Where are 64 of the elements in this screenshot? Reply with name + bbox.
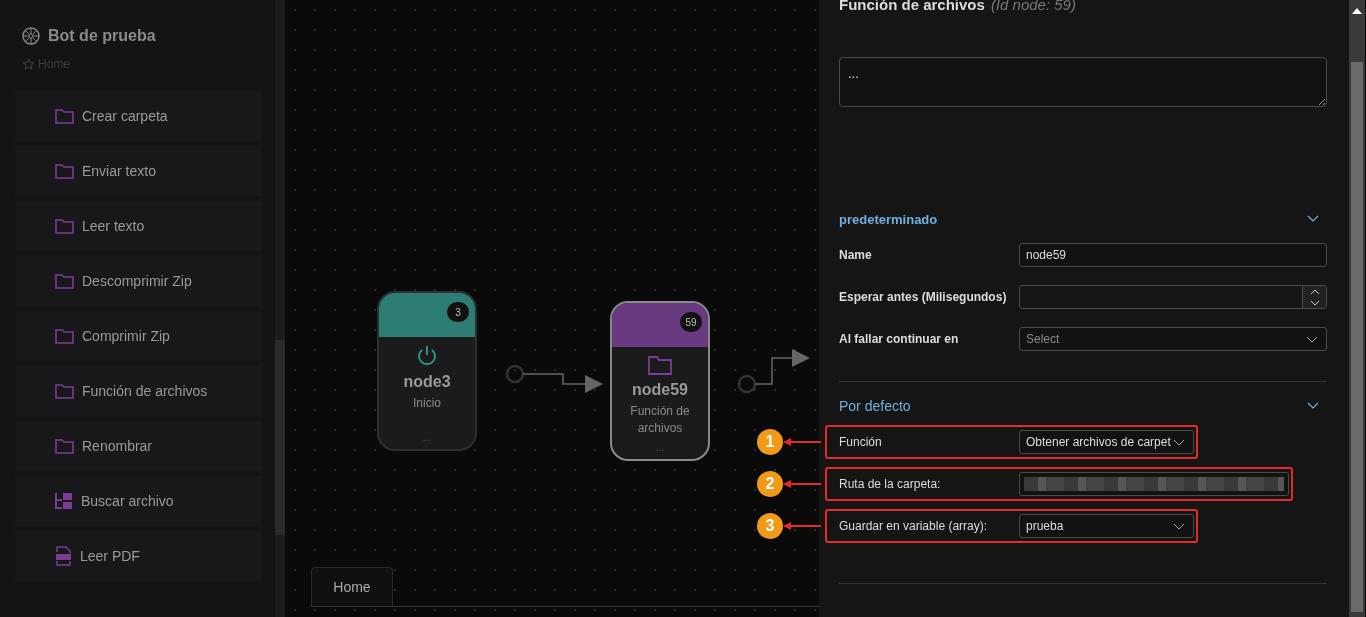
field-label: Al fallar continuar en <box>839 332 960 346</box>
chevron-up-icon <box>1309 288 1320 295</box>
folder-icon <box>55 163 74 179</box>
folder-icon <box>55 383 74 399</box>
field-label: Guardar en variable (array): <box>839 519 989 533</box>
toolbox-item[interactable]: Crear carpeta <box>15 91 262 141</box>
toolbox-item[interactable]: Función de archivos <box>15 366 262 416</box>
flow-node[interactable]: 59 node59 Función de archivos ... <box>610 301 710 461</box>
name-field[interactable]: node59 <box>1019 243 1327 267</box>
folder-icon <box>55 328 74 344</box>
canvas-tab[interactable]: Home <box>311 567 393 606</box>
chevron-down-icon[interactable] <box>1307 215 1319 223</box>
section-title[interactable]: Por defecto <box>839 398 911 414</box>
number-field[interactable] <box>1019 285 1327 309</box>
wheel-icon <box>22 27 40 45</box>
flow-node[interactable]: 3 node3 Inicio ... <box>377 291 477 451</box>
folder-icon <box>55 273 74 289</box>
node-badge: 59 <box>680 312 702 332</box>
description-field[interactable]: ... <box>839 57 1327 107</box>
toolbox-item[interactable]: Descomprimir Zip <box>15 256 262 306</box>
path-field[interactable] <box>1019 472 1289 496</box>
select-field[interactable]: Select <box>1019 327 1327 351</box>
field-label: Esperar antes (Milisegundos) <box>839 290 1008 304</box>
scroll-up-icon[interactable] <box>1352 8 1362 14</box>
power-icon <box>416 345 438 367</box>
toolbox-item[interactable]: Renombrar <box>15 421 262 471</box>
folder-icon <box>648 355 672 375</box>
node-name: node59 <box>632 381 688 399</box>
callout-arrow <box>783 521 821 531</box>
increment-button[interactable] <box>1303 286 1326 297</box>
node-type: Función de archivos <box>629 403 691 437</box>
callout-arrow <box>783 479 821 489</box>
scrollbar-thumb[interactable] <box>275 340 285 535</box>
caret-icon <box>1173 438 1185 446</box>
scrollbar-thumb[interactable] <box>1351 62 1363 612</box>
caret-icon <box>1306 335 1318 343</box>
node-type: Inicio <box>412 395 442 412</box>
chevron-down-icon <box>1309 299 1320 306</box>
node-name: node3 <box>403 373 451 391</box>
folder-icon <box>55 438 74 454</box>
bot-title: Bot de prueba <box>48 27 156 45</box>
callout-arrow <box>783 437 821 447</box>
toolbox-item[interactable]: Comprimir Zip <box>15 311 262 361</box>
toolbox-item[interactable]: Enviar texto <box>15 146 262 196</box>
node-footer: ... <box>422 432 432 443</box>
toolbox-item[interactable]: Buscar archivo <box>15 476 262 526</box>
caret-icon <box>1173 522 1185 530</box>
folder-tree-icon <box>55 492 73 510</box>
node-badge: 3 <box>447 302 469 322</box>
field-label: Función <box>839 435 883 449</box>
select-field[interactable]: prueba <box>1019 514 1194 538</box>
chevron-down-icon[interactable] <box>1307 402 1319 410</box>
folder-icon <box>55 108 74 124</box>
node-footer: ... <box>655 442 665 453</box>
toolbox-item[interactable]: Leer texto <box>15 201 262 251</box>
decrement-button[interactable] <box>1303 297 1326 308</box>
select-field[interactable]: Obtener archivos de carpet <box>1019 430 1194 454</box>
field-label: Name <box>839 248 873 262</box>
toolbox-item[interactable]: Leer PDF <box>15 531 262 581</box>
star-icon <box>22 57 35 71</box>
field-label: Ruta de la carpeta: <box>839 477 942 491</box>
section-title[interactable]: predeterminado <box>839 211 938 227</box>
folder-icon <box>55 218 74 234</box>
pdf-file-icon <box>55 546 72 566</box>
